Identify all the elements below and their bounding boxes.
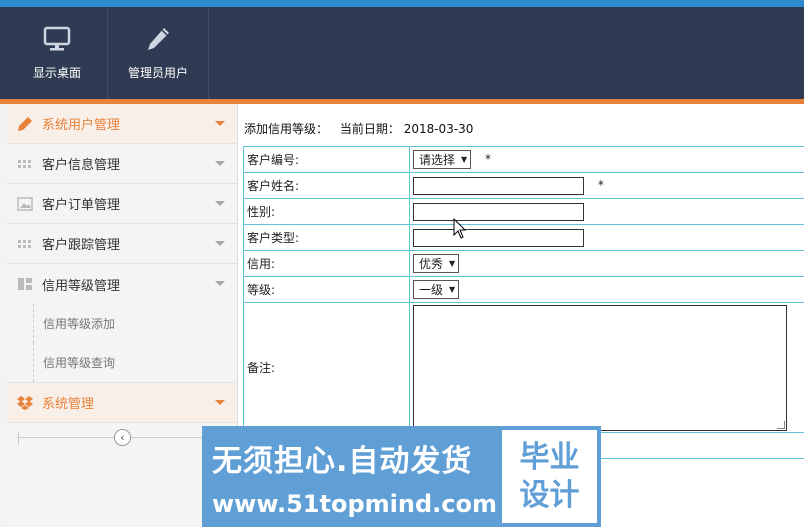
watermark-text: 无须担心.自动发货 www.51topmind.com [202,426,498,527]
submenu-credit-add[interactable]: 信用等级添加 [33,304,237,343]
form-row-gender: 性别: [243,198,804,225]
sidebar-item-label: 客户跟踪管理 [42,238,121,253]
customer-id-cell: 请选择 ▼ * [409,146,804,173]
chevron-down-icon [215,161,225,166]
chevron-down-icon [215,281,225,286]
current-date-label: 当前日期： [339,122,400,136]
sidebar-item-customer-order[interactable]: 客户订单管理 [7,184,237,224]
image-icon [17,196,33,212]
dropbox-icon [17,395,33,411]
mouse-cursor-icon [453,218,467,239]
sidebar-item-label: 系统管理 [42,397,95,412]
sidebar-item-credit-level[interactable]: 信用等级管理 [7,264,237,304]
top-nav: 显示桌面 管理员用户 [7,7,209,99]
customer-type-label: 客户类型: [243,224,410,251]
chevron-down-icon [215,121,225,126]
top-header: 显示桌面 管理员用户 [0,0,804,104]
watermark-line-2: www.51topmind.com [212,490,497,518]
pencil-icon [148,27,169,50]
sidebar-item-system[interactable]: 系统管理 [7,383,237,423]
credit-level-submenu: 信用等级添加 信用等级查询 [7,304,237,383]
credit-label: 信用: [243,250,410,277]
grid-dots-icon [17,156,33,172]
current-date: 2018-03-30 [403,122,474,136]
watermark-badge-line-2: 设计 [519,477,580,513]
level-select-value: 一级 [419,283,444,297]
nav-admin-user-label: 管理员用户 [127,65,188,80]
sidebar-item-label: 客户订单管理 [42,198,121,213]
watermark-badge: 毕业 设计 [498,426,601,527]
resize-handle-icon[interactable] [777,420,785,429]
monitor-icon [43,26,71,50]
credit-select-value: 优秀 [419,257,444,271]
remark-textarea[interactable] [413,304,787,431]
submenu-credit-query[interactable]: 信用等级查询 [33,343,237,382]
customer-type-cell [409,224,804,251]
collapse-tick [18,431,19,445]
gender-cell [409,198,804,225]
customer-name-label: 客户姓名: [243,172,410,199]
required-mark: * [485,152,491,166]
sidebar-item-customer-info[interactable]: 客户信息管理 [7,144,237,184]
dropdown-arrow-icon: ▼ [449,259,456,268]
watermark-badge-line-1: 毕业 [519,439,580,475]
chevron-down-icon [215,400,225,405]
nav-admin-user[interactable]: 管理员用户 [108,7,209,99]
sidebar-item-system-user[interactable]: 系统用户管理 [7,104,237,144]
pencil-icon [17,116,33,132]
customer-type-input[interactable] [413,228,584,247]
form-row-level: 等级: 一级 ▼ [243,276,804,303]
level-select[interactable]: 一级 ▼ [413,280,460,299]
layout-icon [17,276,33,292]
gender-input[interactable] [413,202,584,221]
nav-show-desktop-label: 显示桌面 [32,65,81,80]
customer-id-label: 客户编号: [243,146,410,173]
sidebar-item-label: 信用等级管理 [42,278,121,294]
page-title: 添加信用等级： [244,122,329,136]
watermark-banner: 无须担心.自动发货 www.51topmind.com 毕业 设计 [202,426,601,527]
level-cell: 一级 ▼ [409,276,804,303]
nav-show-desktop[interactable]: 显示桌面 [7,7,108,99]
sidebar-item-customer-track[interactable]: 客户跟踪管理 [7,224,237,264]
customer-name-input[interactable] [413,176,584,195]
credit-cell: 优秀 ▼ [409,250,804,277]
required-mark: * [597,178,604,192]
breadcrumb: 添加信用等级： 当前日期： 2018-03-30 [244,120,473,137]
dropdown-arrow-icon: ▼ [461,155,468,164]
credit-select[interactable]: 优秀 ▼ [413,254,460,273]
sidebar-item-label: 客户信息管理 [42,158,121,173]
sidebar-item-label: 系统用户管理 [42,118,121,133]
gender-label: 性别: [243,198,410,225]
grid-dots-icon [17,236,33,252]
remark-label: 备注: [243,302,410,433]
form-row-credit: 信用: 优秀 ▼ [243,250,804,277]
level-label: 等级: [243,276,410,303]
customer-name-cell: * [409,172,804,199]
collapse-sidebar-button[interactable]: ‹ [114,429,131,446]
customer-id-select[interactable]: 请选择 ▼ [413,150,472,169]
chevron-down-icon [215,201,225,206]
form-row-customer-type: 客户类型: [243,224,804,251]
chevron-down-icon [215,241,225,246]
form-row-customer-id: 客户编号: 请选择 ▼ * [243,146,804,173]
form-row-customer-name: 客户姓名: * [243,172,804,199]
credit-form: 客户编号: 请选择 ▼ * 客户姓名: * 性别: 客户类型: 信用: 优秀 ▼… [243,146,804,459]
dropdown-arrow-icon: ▼ [449,285,456,294]
watermark-line-1: 无须担心.自动发货 [212,444,473,479]
remark-cell [409,302,804,433]
form-row-remark: 备注: [243,302,804,433]
customer-id-select-value: 请选择 [419,153,456,167]
